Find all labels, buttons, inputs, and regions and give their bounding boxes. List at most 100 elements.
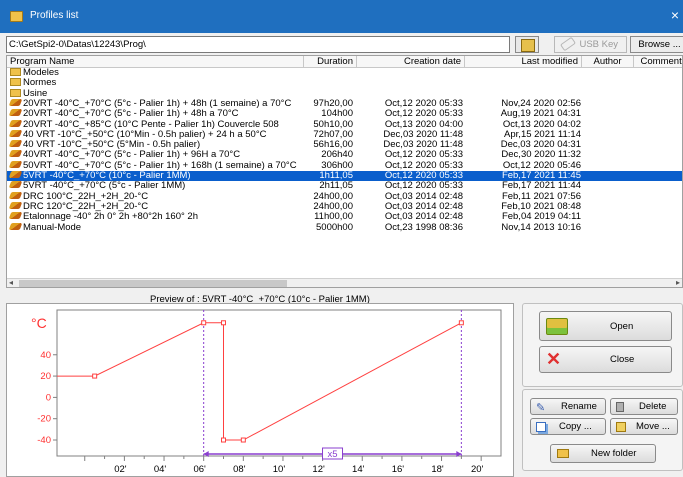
x-tick-label: 02' [114, 464, 127, 475]
open-label: Open [610, 320, 634, 332]
program-name: 50VRT -40°C_+70°C (5°c - Palier 1h) + 16… [23, 160, 297, 171]
folder-up-button[interactable] [515, 36, 539, 53]
list-header: Program Name Duration Creation date Last… [7, 56, 682, 68]
profile-point [221, 437, 226, 443]
program-row[interactable]: 20VRT -40°C_+70°C (5°c - Palier 1h) + 48… [7, 108, 682, 120]
x-tick-label: 10' [273, 464, 286, 475]
red-x-icon: ✕ [546, 349, 562, 369]
program-icon [8, 160, 23, 168]
horizontal-scrollbar[interactable]: ◂ ▸ [7, 278, 682, 287]
close-label: Close [610, 354, 635, 365]
folder-icon [10, 78, 21, 87]
x-tick-label: 04' [154, 464, 167, 475]
x-tick-label: 06' [193, 464, 206, 475]
program-name: 40 VRT -10°C_+50°C (10°Min - 0.5h palier… [23, 129, 267, 140]
delete-button[interactable]: Delete [610, 398, 678, 415]
program-duration: 104h00 [321, 108, 353, 120]
move-label: Move ... [636, 421, 670, 432]
y-tick-label: -40 [37, 435, 51, 446]
open-close-panel: Open ✕ Close [522, 303, 683, 387]
close-button[interactable]: ✕ Close [539, 346, 672, 373]
delete-label: Delete [639, 401, 667, 412]
move-button[interactable]: Move ... [610, 418, 678, 435]
usb-key-button[interactable]: USB Key [554, 36, 627, 53]
title-bar: Profiles list × [0, 0, 683, 33]
program-name: Etalonnage -40° 2h 0° 2h +80°2h 160° 2h [23, 212, 198, 223]
column-duration[interactable]: Duration [304, 56, 357, 68]
profile-point [458, 320, 464, 326]
plot-area [56, 309, 502, 457]
folder-name: Usine [23, 88, 48, 99]
y-tick-label: 40 [40, 350, 51, 361]
new-folder-icon [557, 449, 569, 458]
profiles-folder-icon [10, 11, 23, 22]
program-list[interactable]: Program Name Duration Creation date Last… [6, 55, 683, 288]
profile-point [221, 320, 226, 326]
browse-button[interactable]: Browse ... [630, 36, 683, 53]
program-icon [8, 181, 23, 189]
rename-label: Rename [561, 401, 597, 412]
open-folder-icon [546, 318, 568, 335]
folder-row[interactable]: Normes [7, 78, 682, 88]
program-icon [8, 150, 23, 158]
path-input[interactable] [6, 36, 510, 53]
program-icon [8, 129, 23, 137]
program-created: Oct,12 2020 05:33 [384, 108, 463, 120]
program-modified: Feb,04 2019 04:11 [501, 211, 581, 223]
program-icon [8, 119, 23, 127]
close-window-button[interactable]: × [671, 7, 679, 23]
folder-name: Normes [23, 78, 57, 89]
copy-label: Copy ... [559, 421, 592, 432]
column-program-name[interactable]: Program Name [7, 56, 304, 68]
x-tick-label: 20' [471, 464, 484, 475]
program-name: 40VRT -40°C_+70°C (5°c - Palier 1h) + 96… [23, 150, 241, 161]
usb-key-label: USB Key [579, 39, 618, 50]
program-icon [8, 222, 23, 230]
program-name: DRC 120°C_22H_+2H_20-°C [23, 201, 149, 212]
program-created: Oct,03 2014 02:48 [384, 211, 463, 223]
program-duration: 5000h00 [316, 221, 353, 233]
scroll-right-icon[interactable]: ▸ [676, 278, 680, 287]
column-author[interactable]: Author [582, 56, 634, 68]
copy-button[interactable]: Copy ... [530, 418, 606, 435]
zoom-label: x5 [327, 449, 337, 460]
preview-chart: °C 40 20 0 -20 -40 02' 04' 06' 08' 10' 12' 14' 16' 18'… [6, 303, 514, 477]
folder-row[interactable]: Modeles [7, 68, 682, 78]
x-tick-label: 14' [352, 464, 365, 475]
usb-key-icon [559, 36, 577, 52]
open-button[interactable]: Open [539, 311, 672, 341]
new-folder-button[interactable]: New folder [550, 444, 656, 463]
y-axis-label: °C [31, 315, 47, 331]
profile-point [201, 320, 207, 326]
program-icon [8, 109, 23, 117]
y-tick-label: 0 [46, 392, 51, 403]
y-tick-label: 20 [40, 371, 51, 382]
program-icon [8, 171, 23, 178]
program-name: 5VRT -40°C_+70°C (10°c - Palier 1MM) [23, 171, 191, 181]
profile-chart: °C 40 20 0 -20 -40 02' 04' 06' 08' 10' 12' 14' 16' 18'… [31, 309, 502, 475]
x-tick-label: 18' [431, 464, 444, 475]
program-icon [8, 98, 23, 106]
rename-button[interactable]: ✎ Rename [530, 398, 606, 415]
program-row[interactable]: Manual-Mode 5000h00 Oct,23 1998 08:36 Nov,1… [7, 221, 682, 233]
scrollbar-thumb[interactable] [19, 280, 287, 287]
profile-point [92, 373, 98, 379]
program-created: Oct,23 1998 08:36 [384, 221, 463, 233]
folder-name: Modeles [23, 68, 59, 78]
program-duration: 11h00,00 [314, 211, 353, 223]
column-comments[interactable]: Comments [634, 56, 682, 68]
trash-icon [616, 402, 624, 412]
new-folder-label: New folder [591, 448, 637, 459]
program-name: 20VRT -40°C_+70°C (5°c - Palier 1h) + 48… [23, 98, 292, 109]
y-tick-label: -20 [37, 414, 51, 425]
program-icon [8, 191, 23, 199]
window-title: Profiles list [30, 10, 79, 21]
column-creation-date[interactable]: Creation date [357, 56, 465, 68]
x-tick-label: 16' [392, 464, 405, 475]
program-row[interactable]: Etalonnage -40° 2h 0° 2h +80°2h 160° 2h 1… [7, 211, 682, 223]
column-last-modified[interactable]: Last modified [465, 56, 582, 68]
program-modified: Nov,14 2013 10:16 [501, 221, 581, 233]
scroll-left-icon[interactable]: ◂ [9, 278, 13, 287]
file-actions-panel: ✎ Rename Delete Copy ... Move ... New fo… [522, 389, 683, 471]
program-icon [8, 212, 23, 220]
